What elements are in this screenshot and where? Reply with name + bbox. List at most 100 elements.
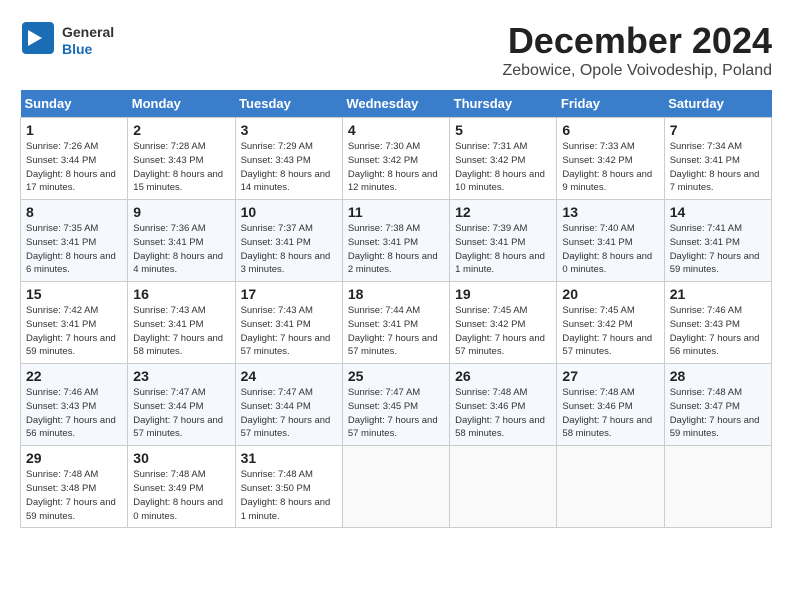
day-info: Sunrise: 7:36 AM Sunset: 3:41 PM Dayligh…: [133, 222, 229, 277]
day-info: Sunrise: 7:47 AM Sunset: 3:44 PM Dayligh…: [133, 386, 229, 441]
day-number: 17: [241, 286, 337, 302]
calendar-day-cell: 1 Sunrise: 7:26 AM Sunset: 3:44 PM Dayli…: [21, 118, 128, 200]
calendar-day-cell: 23 Sunrise: 7:47 AM Sunset: 3:44 PM Dayl…: [128, 364, 235, 446]
location: Zebowice, Opole Voivodeship, Poland: [502, 62, 772, 80]
day-info: Sunrise: 7:30 AM Sunset: 3:42 PM Dayligh…: [348, 140, 444, 195]
calendar-day-cell: 2 Sunrise: 7:28 AM Sunset: 3:43 PM Dayli…: [128, 118, 235, 200]
weekday-header: Saturday: [664, 90, 771, 118]
day-number: 7: [670, 122, 766, 138]
calendar-day-cell: 8 Sunrise: 7:35 AM Sunset: 3:41 PM Dayli…: [21, 200, 128, 282]
calendar-day-cell: 18 Sunrise: 7:44 AM Sunset: 3:41 PM Dayl…: [342, 282, 449, 364]
calendar-day-cell: 31 Sunrise: 7:48 AM Sunset: 3:50 PM Dayl…: [235, 446, 342, 528]
calendar-day-cell: 9 Sunrise: 7:36 AM Sunset: 3:41 PM Dayli…: [128, 200, 235, 282]
calendar-day-cell: 7 Sunrise: 7:34 AM Sunset: 3:41 PM Dayli…: [664, 118, 771, 200]
logo-text: General Blue: [62, 24, 114, 58]
calendar-week-row: 8 Sunrise: 7:35 AM Sunset: 3:41 PM Dayli…: [21, 200, 772, 282]
day-info: Sunrise: 7:43 AM Sunset: 3:41 PM Dayligh…: [133, 304, 229, 359]
calendar-day-cell: 22 Sunrise: 7:46 AM Sunset: 3:43 PM Dayl…: [21, 364, 128, 446]
day-info: Sunrise: 7:48 AM Sunset: 3:48 PM Dayligh…: [26, 468, 122, 523]
day-info: Sunrise: 7:43 AM Sunset: 3:41 PM Dayligh…: [241, 304, 337, 359]
calendar-day-cell: 21 Sunrise: 7:46 AM Sunset: 3:43 PM Dayl…: [664, 282, 771, 364]
day-number: 21: [670, 286, 766, 302]
day-number: 9: [133, 204, 229, 220]
calendar-week-row: 15 Sunrise: 7:42 AM Sunset: 3:41 PM Dayl…: [21, 282, 772, 364]
day-info: Sunrise: 7:48 AM Sunset: 3:46 PM Dayligh…: [455, 386, 551, 441]
day-number: 10: [241, 204, 337, 220]
weekday-header: Monday: [128, 90, 235, 118]
day-info: Sunrise: 7:26 AM Sunset: 3:44 PM Dayligh…: [26, 140, 122, 195]
day-info: Sunrise: 7:42 AM Sunset: 3:41 PM Dayligh…: [26, 304, 122, 359]
calendar-day-cell: 5 Sunrise: 7:31 AM Sunset: 3:42 PM Dayli…: [450, 118, 557, 200]
day-info: Sunrise: 7:29 AM Sunset: 3:43 PM Dayligh…: [241, 140, 337, 195]
calendar-day-cell: 27 Sunrise: 7:48 AM Sunset: 3:46 PM Dayl…: [557, 364, 664, 446]
calendar-day-cell: [342, 446, 449, 528]
calendar-day-cell: 20 Sunrise: 7:45 AM Sunset: 3:42 PM Dayl…: [557, 282, 664, 364]
calendar-day-cell: 15 Sunrise: 7:42 AM Sunset: 3:41 PM Dayl…: [21, 282, 128, 364]
day-number: 8: [26, 204, 122, 220]
calendar-week-row: 29 Sunrise: 7:48 AM Sunset: 3:48 PM Dayl…: [21, 446, 772, 528]
title-section: December 2024 Zebowice, Opole Voivodeshi…: [502, 20, 772, 80]
day-number: 14: [670, 204, 766, 220]
calendar-day-cell: 6 Sunrise: 7:33 AM Sunset: 3:42 PM Dayli…: [557, 118, 664, 200]
day-info: Sunrise: 7:39 AM Sunset: 3:41 PM Dayligh…: [455, 222, 551, 277]
day-number: 22: [26, 368, 122, 384]
calendar-day-cell: 3 Sunrise: 7:29 AM Sunset: 3:43 PM Dayli…: [235, 118, 342, 200]
day-info: Sunrise: 7:35 AM Sunset: 3:41 PM Dayligh…: [26, 222, 122, 277]
day-info: Sunrise: 7:46 AM Sunset: 3:43 PM Dayligh…: [670, 304, 766, 359]
day-number: 2: [133, 122, 229, 138]
calendar-day-cell: 19 Sunrise: 7:45 AM Sunset: 3:42 PM Dayl…: [450, 282, 557, 364]
day-number: 5: [455, 122, 551, 138]
day-info: Sunrise: 7:31 AM Sunset: 3:42 PM Dayligh…: [455, 140, 551, 195]
day-number: 24: [241, 368, 337, 384]
day-info: Sunrise: 7:41 AM Sunset: 3:41 PM Dayligh…: [670, 222, 766, 277]
day-number: 4: [348, 122, 444, 138]
day-info: Sunrise: 7:28 AM Sunset: 3:43 PM Dayligh…: [133, 140, 229, 195]
day-number: 3: [241, 122, 337, 138]
weekday-header-row: SundayMondayTuesdayWednesdayThursdayFrid…: [21, 90, 772, 118]
day-info: Sunrise: 7:33 AM Sunset: 3:42 PM Dayligh…: [562, 140, 658, 195]
calendar-day-cell: 28 Sunrise: 7:48 AM Sunset: 3:47 PM Dayl…: [664, 364, 771, 446]
day-info: Sunrise: 7:46 AM Sunset: 3:43 PM Dayligh…: [26, 386, 122, 441]
calendar-day-cell: 24 Sunrise: 7:47 AM Sunset: 3:44 PM Dayl…: [235, 364, 342, 446]
day-number: 27: [562, 368, 658, 384]
day-info: Sunrise: 7:44 AM Sunset: 3:41 PM Dayligh…: [348, 304, 444, 359]
day-number: 29: [26, 450, 122, 466]
day-info: Sunrise: 7:37 AM Sunset: 3:41 PM Dayligh…: [241, 222, 337, 277]
calendar-day-cell: [557, 446, 664, 528]
day-info: Sunrise: 7:48 AM Sunset: 3:46 PM Dayligh…: [562, 386, 658, 441]
weekday-header: Thursday: [450, 90, 557, 118]
calendar-day-cell: 14 Sunrise: 7:41 AM Sunset: 3:41 PM Dayl…: [664, 200, 771, 282]
calendar-day-cell: [450, 446, 557, 528]
day-info: Sunrise: 7:40 AM Sunset: 3:41 PM Dayligh…: [562, 222, 658, 277]
calendar-day-cell: 10 Sunrise: 7:37 AM Sunset: 3:41 PM Dayl…: [235, 200, 342, 282]
calendar-day-cell: 4 Sunrise: 7:30 AM Sunset: 3:42 PM Dayli…: [342, 118, 449, 200]
day-number: 28: [670, 368, 766, 384]
calendar-day-cell: 25 Sunrise: 7:47 AM Sunset: 3:45 PM Dayl…: [342, 364, 449, 446]
weekday-header: Wednesday: [342, 90, 449, 118]
day-number: 23: [133, 368, 229, 384]
day-number: 16: [133, 286, 229, 302]
weekday-header: Tuesday: [235, 90, 342, 118]
day-number: 30: [133, 450, 229, 466]
weekday-header: Friday: [557, 90, 664, 118]
day-number: 11: [348, 204, 444, 220]
day-number: 19: [455, 286, 551, 302]
day-info: Sunrise: 7:47 AM Sunset: 3:45 PM Dayligh…: [348, 386, 444, 441]
day-info: Sunrise: 7:48 AM Sunset: 3:49 PM Dayligh…: [133, 468, 229, 523]
logo: General Blue: [20, 20, 114, 61]
day-info: Sunrise: 7:45 AM Sunset: 3:42 PM Dayligh…: [562, 304, 658, 359]
calendar-day-cell: 17 Sunrise: 7:43 AM Sunset: 3:41 PM Dayl…: [235, 282, 342, 364]
day-number: 12: [455, 204, 551, 220]
calendar-week-row: 1 Sunrise: 7:26 AM Sunset: 3:44 PM Dayli…: [21, 118, 772, 200]
day-number: 13: [562, 204, 658, 220]
calendar-week-row: 22 Sunrise: 7:46 AM Sunset: 3:43 PM Dayl…: [21, 364, 772, 446]
day-number: 18: [348, 286, 444, 302]
weekday-header: Sunday: [21, 90, 128, 118]
calendar-day-cell: 11 Sunrise: 7:38 AM Sunset: 3:41 PM Dayl…: [342, 200, 449, 282]
day-info: Sunrise: 7:47 AM Sunset: 3:44 PM Dayligh…: [241, 386, 337, 441]
day-number: 25: [348, 368, 444, 384]
day-info: Sunrise: 7:38 AM Sunset: 3:41 PM Dayligh…: [348, 222, 444, 277]
calendar-day-cell: 29 Sunrise: 7:48 AM Sunset: 3:48 PM Dayl…: [21, 446, 128, 528]
day-number: 31: [241, 450, 337, 466]
day-number: 6: [562, 122, 658, 138]
